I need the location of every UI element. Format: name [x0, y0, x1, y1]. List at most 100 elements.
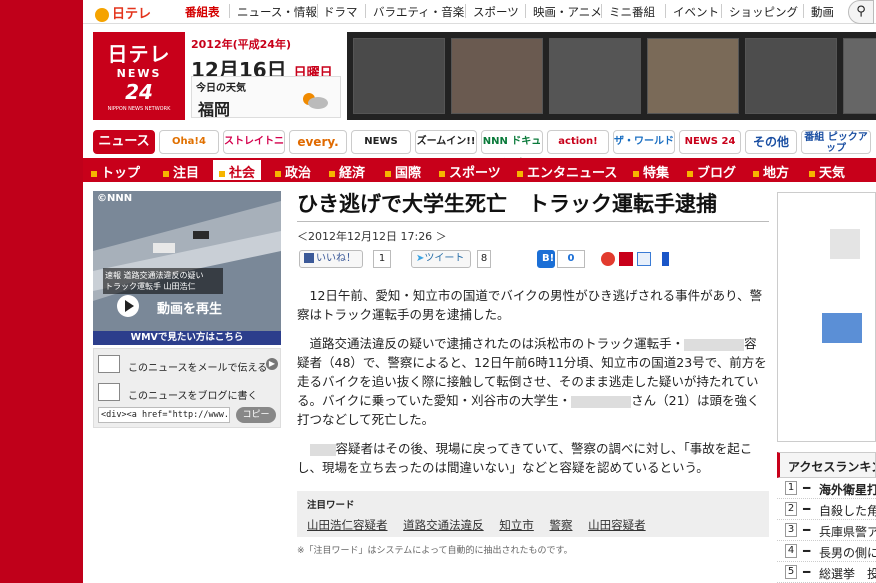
clip-icon[interactable]: [637, 252, 651, 266]
banner-thumb[interactable]: [843, 38, 876, 114]
section-keizai[interactable]: 経済: [329, 162, 365, 181]
section-blog-label: ブログ: [697, 166, 737, 181]
section-seiji[interactable]: 政治: [275, 162, 311, 181]
keyword-link[interactable]: 警察: [549, 518, 572, 532]
rank-trend-icon: ━: [803, 523, 811, 537]
category-pickup[interactable]: 番組 ピックアップ: [801, 130, 871, 154]
nav-item-bangumihyo[interactable]: 番組表: [185, 4, 220, 20]
ranking-item[interactable]: 4 ━ 長男の側に: [777, 541, 876, 562]
article-paragraph-1: 12日午前、愛知・知立市の国道でバイクの男性がひき逃げされる事件があり、警察はト…: [297, 288, 763, 322]
nav-item-video[interactable]: 動画: [811, 4, 834, 20]
rank-number: 1: [785, 481, 797, 495]
nav-item-variety[interactable]: バラエティ・音楽: [373, 4, 464, 20]
tweet-count: 8: [477, 250, 491, 268]
wmv-link[interactable]: WMVで見たい方はこちら: [93, 331, 281, 345]
top-navigation: 日テレ 番組表 ニュース・情報 ドラマ バラエティ・音楽 スポーツ 映画・アニメ…: [83, 0, 876, 24]
category-news24[interactable]: NEWS 24: [679, 130, 741, 154]
category-oha4[interactable]: Oha!4: [159, 130, 219, 154]
category-nnn-document[interactable]: NNN ドキュメント: [481, 130, 543, 169]
section-chumoku[interactable]: 注目: [163, 162, 199, 181]
nav-item-sports[interactable]: スポーツ: [473, 4, 519, 20]
news24-logo[interactable]: 日テレ NEWS 24 NIPPON NEWS NETWORK: [93, 32, 185, 120]
rank-trend-icon: ━: [803, 502, 811, 516]
category-news-zero[interactable]: NEWS ZERO: [351, 130, 411, 169]
play-icon[interactable]: [117, 295, 139, 317]
video-player[interactable]: ©NNN 速報 道路交通法違反の疑い トラック運転手 山田浩仁 動画を再生: [93, 191, 281, 331]
banner-thumb[interactable]: [549, 38, 641, 114]
section-kokusai[interactable]: 国際: [385, 162, 421, 181]
keyword-box: 注目ワード 山田浩仁容疑者 道路交通法違反 知立市 警察 山田容疑者: [297, 491, 769, 537]
ranking-item[interactable]: 2 ━ 自殺した角: [777, 499, 876, 520]
bullet-icon: [91, 170, 97, 177]
keyword-link[interactable]: 知立市: [499, 518, 534, 532]
hatena-bookmark-button[interactable]: B!: [537, 250, 555, 268]
section-shakai[interactable]: 社会: [213, 160, 262, 181]
category-straight-news[interactable]: ストレイトニュース: [223, 130, 285, 169]
category-zoomin[interactable]: ズームイン!!: [415, 130, 477, 154]
section-chiho-label: 地方: [763, 166, 790, 181]
share-mail-row[interactable]: このニュースをメールで伝える ▶: [98, 353, 278, 377]
nav-divider: [665, 4, 666, 18]
blog-icon: [98, 383, 120, 401]
section-chiho[interactable]: 地方: [753, 162, 789, 181]
like-count: 1: [373, 250, 391, 268]
section-top[interactable]: トップ: [91, 162, 140, 181]
ranking-item[interactable]: 5 ━ 総選挙 投: [777, 562, 876, 583]
section-tokushu[interactable]: 特集: [633, 162, 669, 181]
banner-thumb[interactable]: [353, 38, 445, 114]
ntv-logo[interactable]: 日テレ: [95, 3, 151, 22]
logo-line-nnn: NIPPON NEWS NETWORK: [107, 106, 171, 112]
hatena-count: 0: [557, 250, 585, 268]
section-enta[interactable]: エンタニュース: [517, 162, 617, 181]
weather-box[interactable]: 今日の天気 福岡: [191, 76, 341, 119]
section-tenki[interactable]: 天気: [809, 162, 845, 181]
ranking-item[interactable]: 1 ━ 海外衛星打: [777, 478, 876, 499]
video-caption: 速報 道路交通法違反の疑い トラック運転手 山田浩仁: [103, 268, 223, 294]
keyword-link[interactable]: 山田浩仁容疑者: [307, 518, 388, 532]
article-title: ひき逃げで大学生死亡 トラック運転手逮捕: [297, 188, 769, 222]
redacted-name: [571, 395, 632, 408]
banner-thumb[interactable]: [647, 38, 739, 114]
facebook-like-button[interactable]: いいね！: [299, 250, 363, 268]
nav-item-event[interactable]: イベント: [673, 4, 719, 20]
category-news[interactable]: ニュース: [93, 130, 155, 154]
category-the-world[interactable]: ザ・ワールド: [613, 130, 675, 154]
bullet-icon: [753, 170, 759, 177]
left-red-bar: [0, 0, 83, 583]
section-blog[interactable]: ブログ: [687, 162, 736, 181]
bullet-icon: [633, 170, 639, 177]
nav-item-movie-anime[interactable]: 映画・アニメ: [533, 4, 602, 20]
keyword-link[interactable]: 道路交通法違反: [403, 518, 484, 532]
embed-code-field[interactable]: <div><a href="http://www.news: [98, 407, 230, 423]
banner-thumb[interactable]: [451, 38, 543, 114]
nav-item-news[interactable]: ニュース・情報: [237, 4, 317, 20]
share-mail-label: このニュースをメールで伝える: [128, 363, 268, 374]
nav-item-drama[interactable]: ドラマ: [323, 4, 358, 20]
banner-thumb[interactable]: [745, 38, 837, 114]
ranking-item[interactable]: 3 ━ 兵庫県警ア: [777, 520, 876, 541]
bullet-icon: [687, 170, 693, 177]
nav-item-mini[interactable]: ミニ番組: [609, 4, 655, 20]
social-buttons: いいね！ 1 ➤ツイート 8 B! 0: [297, 250, 769, 276]
section-navigation: トップ 注目 社会 政治 経済 国際 スポーツ エンタニュース 特集 ブログ 地…: [83, 158, 876, 182]
delicious-icon[interactable]: [655, 252, 669, 266]
section-sports[interactable]: スポーツ: [439, 162, 501, 181]
category-action[interactable]: action!: [547, 130, 609, 154]
section-sports-label: スポーツ: [449, 166, 501, 181]
copy-button[interactable]: コピー: [236, 407, 276, 423]
nav-item-shopping[interactable]: ショッピング: [729, 4, 798, 20]
tweet-button[interactable]: ➤ツイート: [411, 250, 471, 268]
keyword-note: ※「注目ワード」はシステムによって自動的に抽出されたものです。: [297, 546, 573, 556]
play-video-label[interactable]: 動画を再生: [157, 298, 222, 317]
search-icon[interactable]: ⚲: [848, 0, 874, 24]
bookmark-icon[interactable]: [619, 252, 633, 266]
right-ad-box[interactable]: [777, 192, 876, 442]
keyword-link[interactable]: 山田容疑者: [588, 518, 646, 532]
promo-banner[interactable]: [347, 32, 876, 120]
google-icon[interactable]: [601, 252, 615, 266]
bullet-icon: [517, 170, 523, 177]
share-blog-row[interactable]: このニュースをブログに書く: [98, 381, 278, 405]
category-every[interactable]: every.: [289, 130, 347, 154]
category-other[interactable]: その他: [745, 130, 797, 154]
article-paragraph-2: 道路交通法違反の疑いで逮捕されたのは浜松市のトラック運転手・ 容疑者（48）で、警…: [297, 334, 769, 429]
